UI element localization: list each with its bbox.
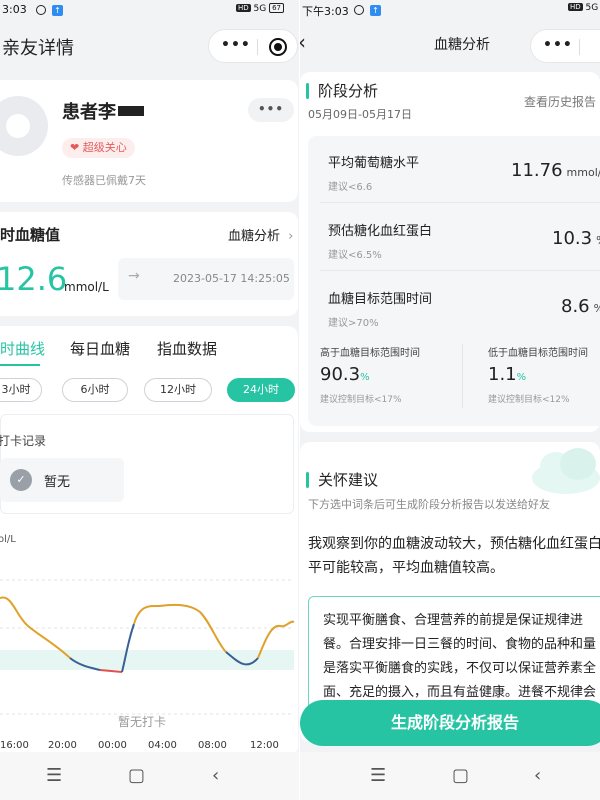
- x-tick: 12:00: [250, 740, 279, 751]
- glucose-chart: ol/L 暂无打卡 16:00 20:00 00:00 04:00 08:00 …: [0, 534, 295, 751]
- page-title: 血糖分析: [434, 37, 490, 53]
- below-range-label: 低于血糖目标范围时间: [488, 348, 588, 359]
- range-3h-button[interactable]: 3小时: [0, 378, 42, 402]
- menu-icon[interactable]: ☰: [46, 765, 62, 786]
- advice-option[interactable]: 实现平衡膳食、合理营养的前提是保证规律进餐。合理安排一日三餐的时间、食物的品种和…: [308, 596, 600, 716]
- arrow-right-icon: →: [128, 268, 140, 284]
- above-range-label: 高于血糖目标范围时间: [320, 348, 420, 359]
- left-screen: 3:03 ↑ HD 5G 67 亲友详情 ••• 患者李 ••• ❤ 超级关心 …: [0, 0, 300, 800]
- signal-icons: HD 5G 67: [236, 3, 284, 14]
- tab-realtime-curve[interactable]: 时曲线: [0, 338, 45, 359]
- right-screen: 下午3:03 ↑ HD 5G ‹ 血糖分析 ••• 阶段分析 05月09日-05…: [300, 0, 600, 800]
- cloud-decoration: [532, 448, 600, 494]
- status-bar: 下午3:03 ↑ HD 5G: [300, 0, 600, 22]
- stage-date-range: 05月09日-05月17日: [308, 108, 412, 121]
- download-icon: ↑: [370, 5, 381, 16]
- mini-program-capsule[interactable]: •••: [208, 29, 298, 63]
- care-summary-text[interactable]: 我观察到你的血糖波动较大，预估糖化血红蛋白平可能较高，平均血糖值较高。: [308, 532, 600, 580]
- more-icon[interactable]: •••: [543, 37, 573, 53]
- system-nav-bar: ☰ ▢ ‹: [300, 752, 600, 800]
- page-title: 亲友详情: [2, 38, 74, 59]
- status-time: 下午3:03: [302, 5, 349, 18]
- range-12h-button[interactable]: 12小时: [144, 378, 212, 402]
- chart-annotation: 暂无打卡: [118, 715, 166, 729]
- checkin-empty-box: ✓ 暂无: [0, 458, 124, 502]
- x-tick: 08:00: [198, 740, 227, 751]
- metric-avg-glucose-label: 平均葡萄糖水平: [328, 156, 420, 171]
- care-title: 关怀建议: [318, 471, 379, 489]
- checkin-empty-text: 暂无: [44, 475, 71, 490]
- nav-bar: 亲友详情 •••: [0, 24, 300, 68]
- alarm-icon: [36, 5, 46, 15]
- range-24h-button[interactable]: 24小时: [227, 378, 295, 402]
- tab-daily-glucose[interactable]: 每日血糖: [70, 338, 130, 359]
- generate-report-button[interactable]: 生成阶段分析报告: [300, 700, 600, 746]
- more-icon[interactable]: •••: [221, 37, 251, 53]
- realtime-title: 时血糖值: [0, 226, 61, 244]
- back-icon[interactable]: ‹: [212, 765, 219, 786]
- glucose-unit: mmol/L: [64, 280, 109, 294]
- metrics-box: 平均葡萄糖水平 建议<6.6 11.76mmol/L 预估糖化血红蛋白 建议<6…: [308, 136, 600, 426]
- timestamp-box: → 2023-05-17 14:25:05: [118, 258, 294, 300]
- tab-underline: [0, 364, 40, 366]
- x-tick: 20:00: [48, 740, 77, 751]
- metric-tir-value: 8.6%: [561, 296, 600, 317]
- status-time: 3:03: [2, 3, 27, 16]
- metric-hba1c-value: 10.3%: [552, 228, 600, 249]
- metric-tir-hint: 建议>70%: [328, 318, 379, 329]
- mini-program-capsule[interactable]: •••: [530, 29, 600, 63]
- battery-icon: 67: [269, 3, 284, 13]
- metric-tir-label: 血糖目标范围时间: [328, 292, 433, 307]
- chevron-right-icon: ›: [288, 229, 294, 244]
- heart-icon: ❤: [70, 141, 80, 154]
- glucose-value: 12.6: [0, 260, 68, 298]
- x-tick: 16:00: [0, 740, 29, 751]
- status-bar: 3:03 ↑ HD 5G 67: [0, 0, 300, 22]
- glucose-analysis-link[interactable]: 血糖分析 ›: [228, 225, 293, 244]
- system-nav-bar: ☰ ▢ ‹: [0, 752, 300, 800]
- x-tick: 04:00: [148, 740, 177, 751]
- super-care-tag: ❤ 超级关心: [62, 138, 135, 158]
- metric-hba1c-hint: 建议<6.5%: [328, 250, 382, 261]
- checkin-title: 打卡记录: [0, 434, 47, 448]
- above-range-hint: 建议控制目标<17%: [320, 395, 402, 405]
- chart-ylabel: ol/L: [0, 534, 16, 545]
- range-6h-button[interactable]: 6小时: [62, 378, 128, 402]
- history-report-link[interactable]: 查看历史报告: [524, 93, 596, 110]
- stage-title: 阶段分析: [318, 82, 379, 100]
- tab-fingerstick[interactable]: 指血数据: [157, 338, 217, 359]
- sensor-days: 传感器已佩戴7天: [62, 174, 146, 187]
- glucose-line-low: [99, 669, 123, 673]
- x-tick: 00:00: [98, 740, 127, 751]
- care-subtitle: 下方选中词条后可生成阶段分析报告以发送给好友: [308, 498, 550, 511]
- signal-icons: HD 5G: [568, 3, 599, 13]
- home-icon[interactable]: ▢: [452, 765, 469, 786]
- metric-avg-glucose-hint: 建议<6.6: [328, 182, 373, 193]
- below-range-hint: 建议控制目标<12%: [488, 395, 570, 405]
- redacted-mark: [118, 106, 144, 116]
- nav-bar: ‹ 血糖分析 •••: [300, 24, 600, 68]
- patient-name: 患者李: [62, 102, 116, 123]
- back-arrow-icon[interactable]: ‹: [300, 30, 306, 54]
- back-icon[interactable]: ‹: [534, 765, 541, 786]
- metric-avg-glucose-value: 11.76mmol/L: [511, 160, 600, 181]
- glucose-line-high: [0, 596, 71, 659]
- menu-icon[interactable]: ☰: [370, 765, 386, 786]
- patient-more-button[interactable]: •••: [248, 98, 294, 122]
- clipboard-icon: ✓: [10, 469, 32, 491]
- below-range-value: 1.1%: [488, 364, 527, 385]
- target-range-band: [0, 650, 294, 670]
- alarm-icon: [354, 5, 364, 15]
- home-icon[interactable]: ▢: [128, 765, 145, 786]
- patient-card: [0, 80, 298, 202]
- glucose-timestamp: 2023-05-17 14:25:05: [173, 272, 290, 285]
- close-target-icon[interactable]: [269, 38, 287, 56]
- download-icon: ↑: [52, 5, 63, 16]
- metric-hba1c-label: 预估糖化血红蛋白: [328, 224, 433, 239]
- above-range-value: 90.3%: [320, 364, 370, 385]
